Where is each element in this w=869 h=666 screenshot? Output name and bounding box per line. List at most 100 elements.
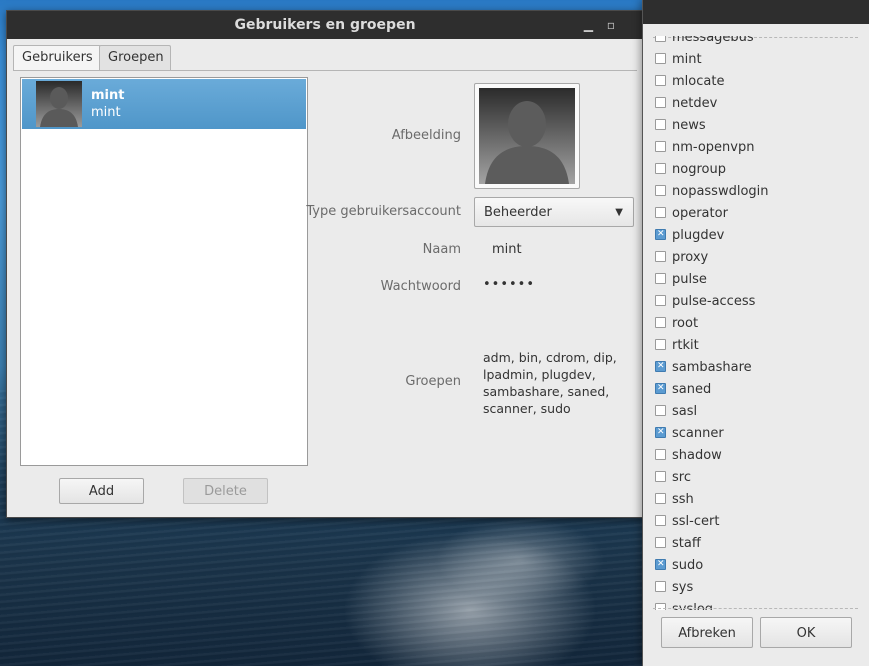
user-picture-button[interactable] bbox=[474, 83, 580, 189]
group-checkbox-item[interactable]: mint bbox=[655, 49, 769, 71]
checkbox-unchecked-icon[interactable] bbox=[655, 36, 666, 42]
group-checkbox-item[interactable]: scanner bbox=[655, 423, 769, 445]
group-checkbox-item[interactable]: ssh bbox=[655, 489, 769, 511]
group-checkbox-item[interactable]: src bbox=[655, 467, 769, 489]
group-checkbox-item[interactable]: messagebus bbox=[655, 36, 769, 49]
group-name: nopasswdlogin bbox=[672, 184, 769, 199]
account-type-value: Beheerder bbox=[484, 205, 552, 220]
group-checkbox-item[interactable]: saned bbox=[655, 379, 769, 401]
checkbox-unchecked-icon[interactable] bbox=[655, 405, 666, 416]
cancel-button[interactable]: Afbreken bbox=[661, 617, 753, 648]
group-checkbox-item[interactable]: root bbox=[655, 313, 769, 335]
window-titlebar[interactable]: Gebruikers en groepen ▁ ▫ bbox=[7, 11, 643, 39]
checkbox-checked-icon[interactable] bbox=[655, 555, 666, 573]
group-checklist[interactable]: messagebus mint mlocate netdev news nm-openvp… bbox=[643, 36, 869, 610]
user-list[interactable]: mint mint bbox=[20, 77, 308, 466]
checkbox-unchecked-icon[interactable] bbox=[655, 273, 666, 284]
checkbox-unchecked-icon[interactable] bbox=[655, 493, 666, 504]
group-name: sambashare bbox=[672, 360, 752, 375]
checkbox-checked-icon[interactable] bbox=[655, 379, 666, 397]
avatar-large bbox=[479, 88, 575, 184]
group-checkbox-item[interactable]: nm-openvpn bbox=[655, 137, 769, 159]
checkbox-unchecked-icon[interactable] bbox=[655, 53, 666, 64]
name-label: Naam bbox=[422, 242, 461, 257]
dropdown-arrow-icon: ▼ bbox=[615, 207, 623, 218]
group-checkbox-item[interactable]: sambashare bbox=[655, 357, 769, 379]
account-type-select[interactable]: Beheerder ▼ bbox=[474, 197, 634, 227]
checkbox-unchecked-icon[interactable] bbox=[655, 295, 666, 306]
group-checkbox-item[interactable]: sudo bbox=[655, 555, 769, 577]
tab-users[interactable]: Gebruikers bbox=[13, 45, 101, 71]
checkbox-unchecked-icon[interactable] bbox=[655, 251, 666, 262]
group-checkbox-item[interactable]: ssl-cert bbox=[655, 511, 769, 533]
add-user-button[interactable]: Add bbox=[59, 478, 144, 504]
password-label: Wachtwoord bbox=[380, 279, 461, 294]
group-list: messagebus mint mlocate netdev news nm-openvp… bbox=[655, 36, 769, 610]
group-name: root bbox=[672, 316, 699, 331]
group-name: rtkit bbox=[672, 338, 699, 353]
groups-label: Groepen bbox=[405, 374, 461, 389]
group-checkbox-item[interactable]: nogroup bbox=[655, 159, 769, 181]
checkbox-unchecked-icon[interactable] bbox=[655, 339, 666, 350]
delete-user-button[interactable]: Delete bbox=[183, 478, 268, 504]
group-checkbox-item[interactable]: staff bbox=[655, 533, 769, 555]
group-checkbox-item[interactable]: pulse bbox=[655, 269, 769, 291]
group-name: netdev bbox=[672, 96, 718, 111]
group-name: operator bbox=[672, 206, 728, 221]
checkbox-checked-icon[interactable] bbox=[655, 225, 666, 243]
group-checkbox-item[interactable]: shadow bbox=[655, 445, 769, 467]
group-selection-dialog: messagebus mint mlocate netdev news nm-openvp… bbox=[642, 0, 869, 666]
group-checkbox-item[interactable]: plugdev bbox=[655, 225, 769, 247]
scroll-bottom-indicator bbox=[653, 608, 858, 609]
group-name: messagebus bbox=[672, 36, 754, 45]
window-title: Gebruikers en groepen bbox=[234, 17, 416, 33]
dialog-titlebar[interactable] bbox=[643, 0, 869, 24]
group-name: scanner bbox=[672, 426, 724, 441]
user-list-item[interactable]: mint mint bbox=[22, 79, 306, 129]
group-checkbox-item[interactable]: sys bbox=[655, 577, 769, 599]
group-name: news bbox=[672, 118, 706, 133]
users-groups-window: Gebruikers en groepen ▁ ▫ Gebruikers Gro… bbox=[6, 10, 644, 518]
group-name: pulse-access bbox=[672, 294, 756, 309]
group-checkbox-item[interactable]: operator bbox=[655, 203, 769, 225]
group-checkbox-item[interactable]: news bbox=[655, 115, 769, 137]
group-name: shadow bbox=[672, 448, 722, 463]
checkbox-unchecked-icon[interactable] bbox=[655, 449, 666, 460]
group-checkbox-item[interactable]: rtkit bbox=[655, 335, 769, 357]
password-value[interactable]: •••••• bbox=[483, 277, 535, 292]
checkbox-unchecked-icon[interactable] bbox=[655, 119, 666, 130]
group-checkbox-item[interactable]: proxy bbox=[655, 247, 769, 269]
tab-groups[interactable]: Groepen bbox=[99, 45, 171, 70]
minimize-icon[interactable]: ▁ bbox=[584, 11, 593, 39]
checkbox-unchecked-icon[interactable] bbox=[655, 207, 666, 218]
group-checkbox-item[interactable]: netdev bbox=[655, 93, 769, 115]
checkbox-unchecked-icon[interactable] bbox=[655, 471, 666, 482]
group-checkbox-item[interactable]: mlocate bbox=[655, 71, 769, 93]
maximize-icon[interactable]: ▫ bbox=[607, 11, 615, 39]
group-checkbox-item[interactable]: sasl bbox=[655, 401, 769, 423]
checkbox-checked-icon[interactable] bbox=[655, 423, 666, 441]
tab-divider bbox=[13, 70, 637, 71]
checkbox-unchecked-icon[interactable] bbox=[655, 185, 666, 196]
group-name: mint bbox=[672, 52, 702, 67]
groups-value[interactable]: adm, bin, cdrom, dip, lpadmin, plugdev, … bbox=[483, 349, 623, 417]
group-name: saned bbox=[672, 382, 712, 397]
checkbox-unchecked-icon[interactable] bbox=[655, 537, 666, 548]
checkbox-unchecked-icon[interactable] bbox=[655, 515, 666, 526]
group-name: src bbox=[672, 470, 691, 485]
checkbox-checked-icon[interactable] bbox=[655, 357, 666, 375]
checkbox-unchecked-icon[interactable] bbox=[655, 163, 666, 174]
ok-button[interactable]: OK bbox=[760, 617, 852, 648]
avatar bbox=[36, 81, 82, 127]
checkbox-unchecked-icon[interactable] bbox=[655, 581, 666, 592]
checkbox-unchecked-icon[interactable] bbox=[655, 317, 666, 328]
group-name: sasl bbox=[672, 404, 698, 419]
group-checkbox-item[interactable]: pulse-access bbox=[655, 291, 769, 313]
group-checkbox-item[interactable]: nopasswdlogin bbox=[655, 181, 769, 203]
checkbox-unchecked-icon[interactable] bbox=[655, 97, 666, 108]
name-value[interactable]: mint bbox=[492, 242, 522, 257]
checkbox-unchecked-icon[interactable] bbox=[655, 75, 666, 86]
group-name: mlocate bbox=[672, 74, 725, 89]
checkbox-unchecked-icon[interactable] bbox=[655, 141, 666, 152]
person-silhouette-icon bbox=[36, 81, 82, 127]
